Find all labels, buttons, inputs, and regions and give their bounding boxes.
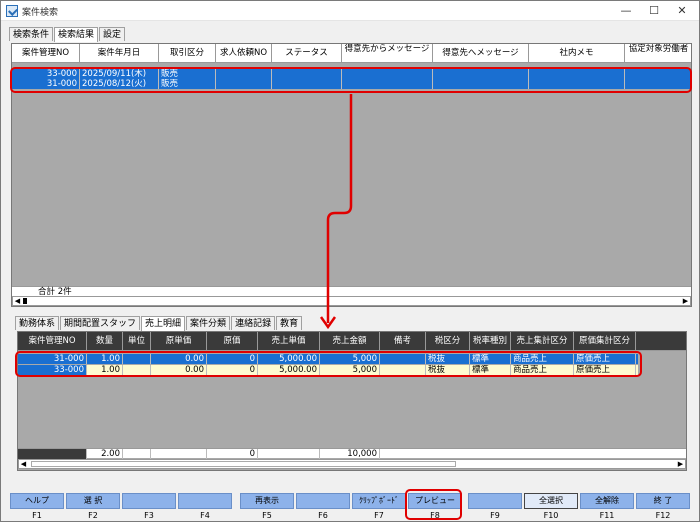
fkey-label: F6	[318, 511, 328, 520]
help-button[interactable]: ヘルプ	[10, 493, 64, 509]
f9-button[interactable]	[468, 493, 522, 509]
deselect-all-button[interactable]: 全解除	[580, 493, 634, 509]
fkey-label: F1	[32, 511, 42, 520]
refresh-button[interactable]: 再表示	[240, 493, 294, 509]
fkey-label: F4	[200, 511, 210, 520]
f3-button[interactable]	[122, 493, 176, 509]
fkey-label: F7	[374, 511, 384, 520]
fkey-label: F10	[543, 511, 559, 520]
app-window: 案件検索 — ☐ ✕ 検索条件 検索結果 設定 案件管理NO 案件年月日 取引区…	[0, 0, 700, 522]
f4-button[interactable]	[178, 493, 232, 509]
fkey-label: F5	[262, 511, 272, 520]
exit-button[interactable]: 終 了	[636, 493, 690, 509]
fkey-label: F9	[490, 511, 500, 520]
fkey-label: F3	[144, 511, 154, 520]
fkey-label: F11	[599, 511, 615, 520]
fkey-label: F12	[655, 511, 671, 520]
preview-highlight	[405, 489, 462, 520]
function-key-bar: ヘルプ 選 択 再表示 ｸﾘｯﾌﾟﾎﾞｰﾄﾞ プレビュー 全選択 全解除 終 了…	[10, 493, 692, 521]
select-button[interactable]: 選 択	[66, 493, 120, 509]
f6-button[interactable]	[296, 493, 350, 509]
clipboard-button[interactable]: ｸﾘｯﾌﾟﾎﾞｰﾄﾞ	[352, 493, 406, 509]
connector-arrow-icon	[319, 94, 353, 330]
select-all-button[interactable]: 全選択	[524, 493, 578, 509]
fkey-label: F2	[88, 511, 98, 520]
